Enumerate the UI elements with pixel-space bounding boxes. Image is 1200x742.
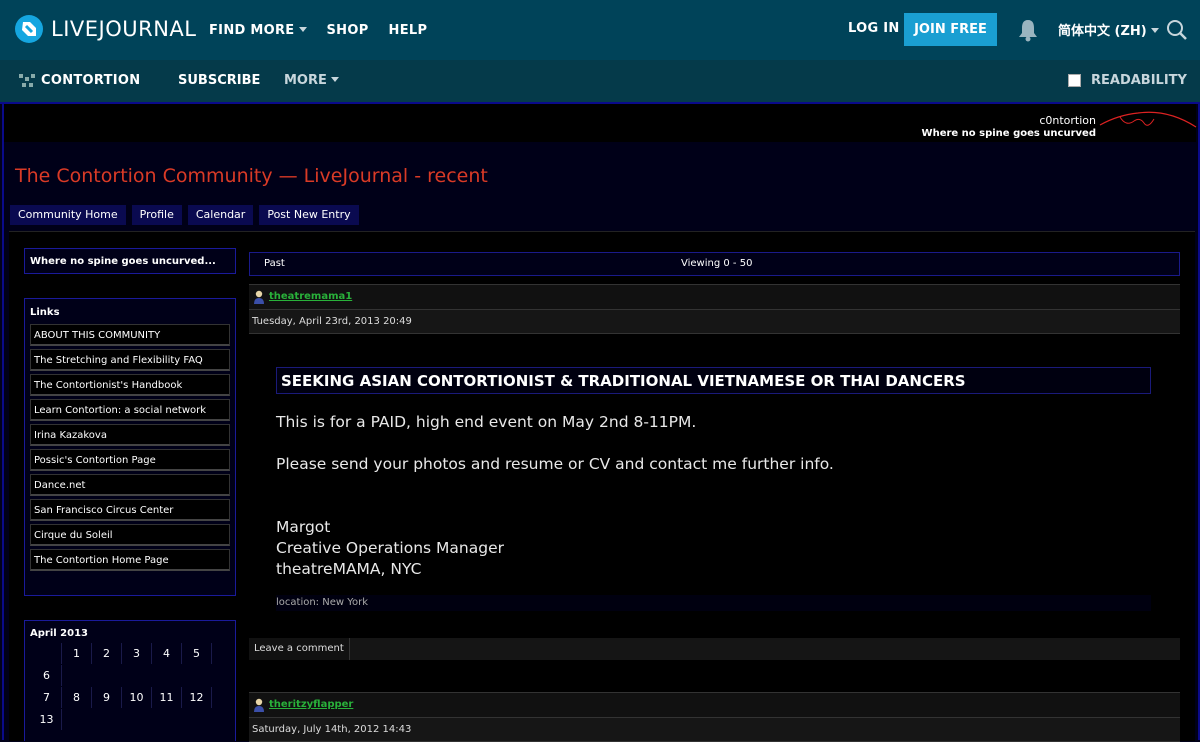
viewing-range: Viewing 0 - 50 [681,258,753,269]
subscribe-button[interactable]: SUBSCRIBE [178,73,260,88]
calendar-day[interactable]: 11 [152,687,182,708]
calendar-heading: April 2013 [30,628,88,639]
calendar-day[interactable]: 12 [182,687,212,708]
signature-scribble [1099,111,1197,128]
links-list: ABOUT THIS COMMUNITY The Stretching and … [25,324,235,571]
calendar-row: 6 [25,665,235,686]
chevron-down-icon [330,77,339,82]
logo-text: LIVEJOURNAL [51,17,197,41]
calendar-box: April 2013 1 2 3 4 5 6 7 8 9 10 11 12 13 [24,620,236,741]
entry-signature-line: theatreMAMA, NYC [276,560,422,578]
calendar-day[interactable]: 5 [182,643,212,664]
entry-username[interactable]: theritzyflapper [269,699,353,710]
link-item[interactable]: Irina Kazakova [30,424,230,446]
link-item[interactable]: San Francisco Circus Center [30,499,230,521]
calendar-day[interactable]: 7 [32,687,62,708]
comments-bar: Leave a comment [249,638,1180,660]
journal-username[interactable]: c0ntortion [1039,114,1096,127]
user-icon [254,698,264,712]
entry-date: Tuesday, April 23rd, 2013 20:49 [249,310,1180,334]
community-name[interactable]: CONTORTION [41,73,140,88]
link-item[interactable]: The Contortionist's Handbook [30,374,230,396]
entry-date: Saturday, July 14th, 2012 14:43 [249,718,1180,742]
tab-profile[interactable]: Profile [131,205,182,225]
calendar-day [32,643,62,664]
link-item[interactable]: ABOUT THIS COMMUNITY [30,324,230,346]
tagline-text: Where no spine goes uncurved... [30,256,216,267]
calendar-day[interactable]: 1 [62,643,92,664]
language-selector[interactable]: 简体中文 (ZH) [1058,20,1159,39]
page-title: The Contortion Community — LiveJournal -… [15,165,488,187]
link-item[interactable]: Learn Contortion: a social network [30,399,230,421]
journal-tagline: Where no spine goes uncurved [921,128,1096,139]
entry-username[interactable]: theatremama1 [269,291,352,302]
top-nav: FIND MORE SHOP HELP [209,0,447,60]
readability-checkbox[interactable] [1068,74,1081,87]
link-item[interactable]: Cirque du Soleil [30,524,230,546]
chevron-down-icon [1150,28,1159,33]
calendar-day[interactable]: 4 [152,643,182,664]
calendar-day[interactable]: 9 [92,687,122,708]
readability-toggle[interactable]: READABILITY [1068,73,1187,88]
login-link[interactable]: LOG IN [848,21,900,36]
entry-body-line: Please send your photos and resume or CV… [276,455,834,473]
past-link[interactable]: Past [264,258,285,269]
link-item[interactable]: The Stretching and Flexibility FAQ [30,349,230,371]
calendar-day[interactable]: 3 [122,643,152,664]
calendar-row: 1 2 3 4 5 [25,643,235,664]
bell-icon[interactable] [1017,18,1039,42]
viewing-bar: Past Viewing 0 - 50 [249,252,1180,276]
join-free-button[interactable]: JOIN FREE [904,13,997,46]
leave-comment-link[interactable]: Leave a comment [249,638,350,660]
chevron-down-icon [298,26,307,32]
nav-find-more[interactable]: FIND MORE [209,23,307,38]
tab-calendar[interactable]: Calendar [187,205,254,225]
nav-shop[interactable]: SHOP [327,23,369,38]
search-icon[interactable] [1166,19,1188,41]
calendar-day[interactable]: 6 [32,665,62,686]
user-icon [254,290,264,304]
livejournal-logo[interactable]: LIVEJOURNAL [14,14,197,44]
calendar-row: 13 [25,709,235,730]
entry-signature-line: Margot [276,518,331,536]
more-menu[interactable]: MORE [284,73,339,88]
calendar-day[interactable]: 13 [32,709,62,730]
links-heading: Links [30,307,60,318]
links-box: Links ABOUT THIS COMMUNITY The Stretchin… [24,298,236,596]
tab-post-new-entry[interactable]: Post New Entry [259,205,359,225]
calendar-day[interactable]: 8 [62,687,92,708]
entry-signature-line: Creative Operations Manager [276,539,504,557]
journal-tabs: Community Home Profile Calendar Post New… [10,205,365,225]
entry-body-line: This is for a PAID, high end event on Ma… [276,413,697,431]
entry-user-bar: theritzyflapper [249,692,1180,718]
calendar-row: 7 8 9 10 11 12 [25,687,235,708]
link-item[interactable]: Possic's Contortion Page [30,449,230,471]
entry-location: location: New York [276,595,1151,611]
link-item[interactable]: The Contortion Home Page [30,549,230,571]
tagline-box: Where no spine goes uncurved... [24,248,236,274]
link-item[interactable]: Dance.net [30,474,230,496]
entry-subject: SEEKING ASIAN CONTORTIONIST & TRADITIONA… [276,367,1151,394]
tab-community-home[interactable]: Community Home [10,205,126,225]
calendar-day[interactable]: 2 [92,643,122,664]
community-icon [19,74,35,87]
livejournal-logo-icon [15,15,43,43]
calendar-day[interactable]: 10 [122,687,152,708]
nav-help[interactable]: HELP [389,23,428,38]
entry-user-bar: theatremama1 [249,284,1180,310]
